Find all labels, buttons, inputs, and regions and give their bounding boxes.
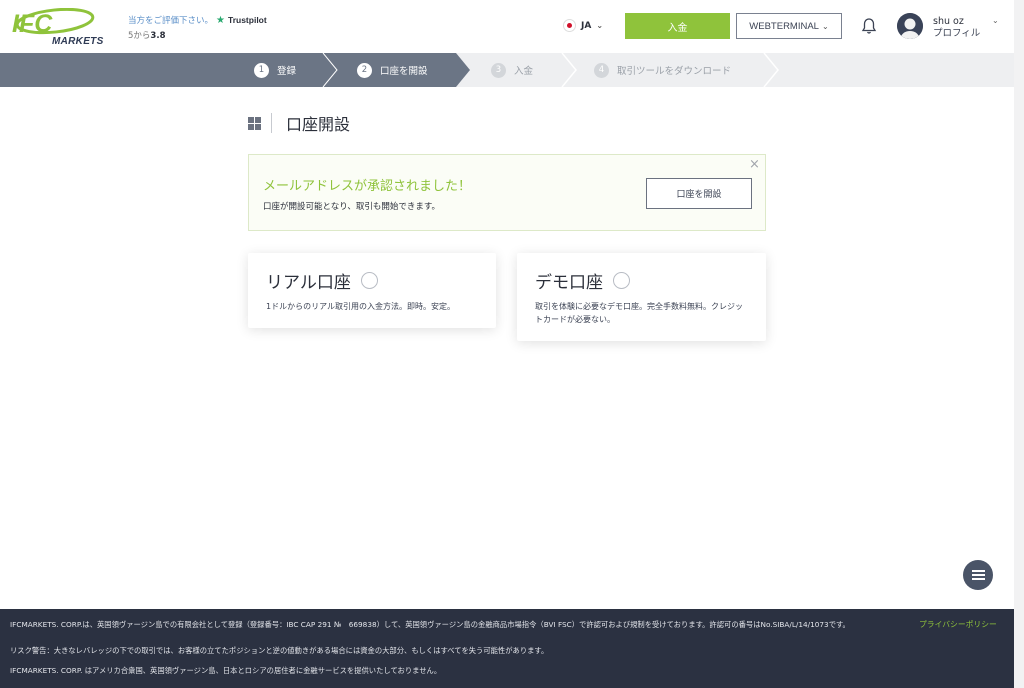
user-name: shu oz: [933, 16, 964, 27]
logo-subtitle: MARKETS: [52, 36, 104, 47]
chevron-down-icon[interactable]: ⌄: [992, 16, 999, 25]
step-open-account: 2 口座を開設: [357, 53, 428, 87]
rating-prompt: 当方をご評価下さい。: [128, 16, 214, 26]
title-divider: [271, 113, 272, 133]
step-label: 登録: [277, 66, 297, 77]
deposit-button[interactable]: 入金: [625, 13, 730, 39]
language-selector[interactable]: JA ⌄: [563, 19, 603, 32]
chevron-down-icon: ⌄: [596, 21, 604, 30]
chat-button[interactable]: [963, 560, 993, 590]
japan-flag-icon: [563, 19, 576, 32]
privacy-policy-link[interactable]: プライバシーポリシー: [919, 619, 997, 631]
footer: IFCMARKETS. CORP.は、英国領ヴァージン島での有限会社として登録（…: [0, 609, 1014, 688]
step-download-tools: 4 取引ツールをダウンロード: [594, 53, 731, 87]
demo-account-radio[interactable]: [613, 272, 630, 289]
webterminal-button[interactable]: WEBTERMINAL ⌄: [736, 13, 842, 39]
step-number: 3: [491, 62, 506, 78]
step-number: 2: [357, 62, 372, 78]
email-confirmed-notice: メールアドレスが承認されました！ 口座が開設可能となり、取引も開始できます。 口…: [248, 154, 766, 231]
notification-bell-icon[interactable]: [861, 17, 877, 35]
page-title: 口座開設: [286, 115, 351, 134]
open-account-button[interactable]: 口座を開設: [646, 178, 752, 209]
footer-legal-text: IFCMARKETS. CORP.は、英国領ヴァージン島での有限会社として登録（…: [10, 620, 850, 629]
trustpilot-star-icon: ★: [216, 14, 225, 26]
trustpilot-label: Trustpilot: [227, 15, 267, 25]
step-deposit: 3 入金: [491, 53, 533, 87]
step-label: 入金: [514, 66, 534, 77]
registration-steps: 1 登録 2 口座を開設 3 入金 4 取引ツールをダウンロード: [0, 53, 1014, 87]
close-icon[interactable]: ×: [749, 157, 760, 172]
notice-subtitle: 口座が開設可能となり、取引も開始できます。: [263, 202, 441, 212]
card-title: デモ口座: [535, 273, 603, 293]
step-label: 取引ツールをダウンロード: [617, 66, 732, 77]
profile-link[interactable]: プロフィル: [933, 28, 980, 40]
ifc-markets-logo[interactable]: IFC MARKETS: [10, 7, 103, 47]
user-avatar[interactable]: [897, 13, 923, 39]
step-number: 1: [254, 62, 269, 78]
ifc-logo-graphic: IFC: [12, 7, 95, 38]
step-number: 4: [594, 62, 609, 78]
real-account-radio[interactable]: [360, 272, 378, 289]
page-scrollbar-track[interactable]: [1014, 0, 1024, 688]
real-account-card[interactable]: リアル口座 1ドルからのリアル取引用の入金方法。即時。安定。: [248, 253, 496, 328]
chevron-down-icon: ⌄: [821, 21, 829, 31]
language-code: JA: [581, 20, 592, 31]
step-label: 口座を開設: [380, 66, 428, 77]
top-header: IFC MARKETS 当方をご評価下さい。 ★ Trustpilot 5から3…: [0, 0, 1014, 53]
card-description: 1ドルからのリアル取引用の入金方法。即時。安定。: [266, 302, 456, 311]
logo-text: IFC: [12, 10, 53, 38]
footer-service-notice: IFCMARKETS. CORP. はアメリカ合衆国、英国領ヴァージン島、日本と…: [10, 666, 442, 675]
footer-risk-warning: リスク警告：大きなレバレッジの下での取引では、お客様の立てたポジションと逆の値動…: [10, 646, 549, 655]
notice-title: メールアドレスが承認されました！: [263, 179, 472, 194]
step-register: 1 登録: [254, 53, 296, 87]
page-heading: 口座開設: [248, 111, 350, 135]
card-title: リアル口座: [266, 273, 351, 293]
demo-account-card[interactable]: デモ口座 取引を体験に必要なデモ口座。完全手数料無料。クレジットカードが必要ない…: [517, 253, 766, 341]
user-menu[interactable]: shu oz プロフィル: [933, 16, 980, 40]
rating-prefix: 5から: [128, 31, 151, 41]
rating-value: 3.8: [150, 31, 166, 41]
webterminal-label: WEBTERMINAL: [749, 20, 819, 32]
grid-icon: [248, 116, 261, 130]
chat-icon: [971, 568, 985, 582]
trustpilot-rating[interactable]: 当方をご評価下さい。 ★ Trustpilot 5から3.8: [128, 14, 267, 42]
card-description: 取引を体験に必要なデモ口座。完全手数料無料。クレジットカードが必要ない。: [535, 302, 743, 324]
